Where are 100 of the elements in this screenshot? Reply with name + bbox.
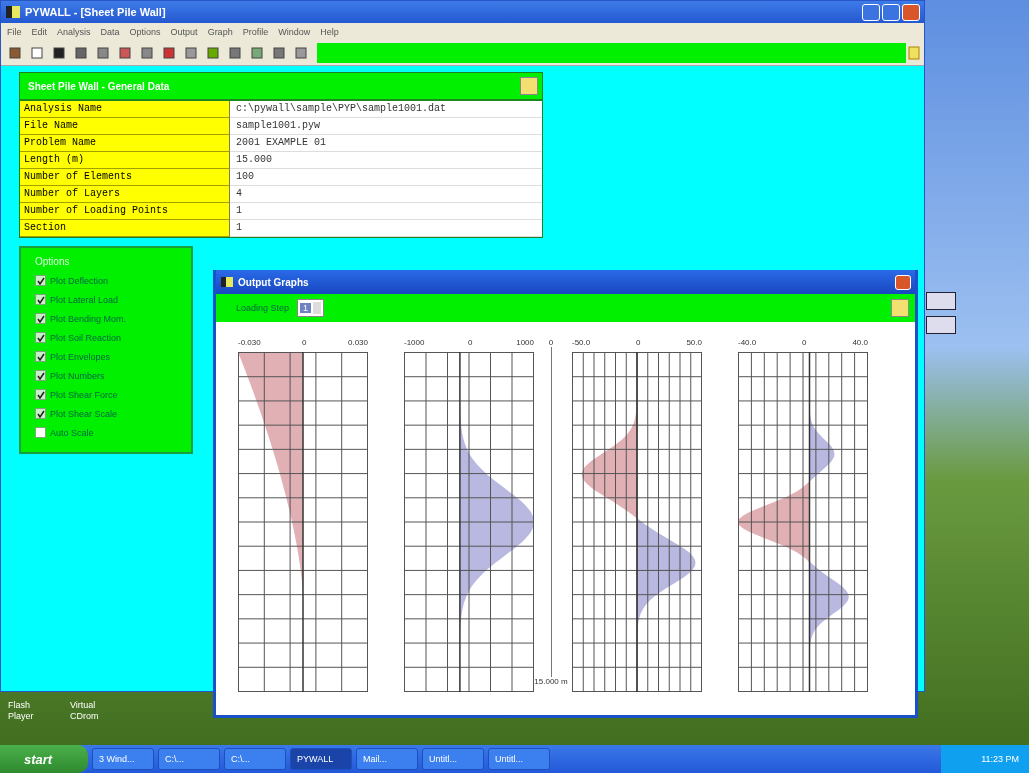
checkbox-label: Plot Envelopes: [50, 351, 111, 362]
panel-title: Sheet Pile Wall - General Data: [28, 80, 170, 92]
check-icon: [36, 390, 45, 399]
tool-icon: [140, 46, 154, 60]
taskbar-button[interactable]: PYWALL: [290, 748, 352, 770]
minimize-button[interactable]: [862, 3, 880, 21]
field-value: 100: [230, 169, 542, 186]
tool-icon: [206, 46, 220, 60]
taskbar-button[interactable]: Untitl...: [422, 748, 484, 770]
window-edge: [926, 316, 956, 334]
field-label: Number of Layers: [20, 186, 230, 203]
field-value: c:\pywall\sample\PYP\sample1001.dat: [230, 101, 542, 118]
tool-icon: [162, 46, 176, 60]
tool-icon: [30, 46, 44, 60]
clock: 11:23 PM: [981, 754, 1019, 764]
taskbar-button[interactable]: 3 Wind...: [92, 748, 154, 770]
checkbox-label: Plot Shear Force: [50, 389, 118, 400]
checkbox-label: Plot Shear Scale: [50, 408, 118, 419]
axis-tick-label: 1000: [516, 338, 534, 349]
depth-label: 0: [548, 338, 554, 347]
field-label: Number of Loading Points: [20, 203, 230, 220]
check-icon: [36, 333, 45, 342]
tool-icon: [184, 46, 198, 60]
axis-tick-label: 0: [468, 338, 473, 349]
field-value: sample1001.pyw: [230, 118, 542, 135]
tool-icon: [294, 46, 308, 60]
field-label: Analysis Name: [20, 101, 230, 118]
checkbox[interactable]: [35, 275, 46, 286]
menu-item[interactable]: Data: [100, 27, 120, 37]
loading-step-spinner[interactable]: 1: [297, 299, 325, 317]
window-title: PYWALL - [Sheet Pile Wall]: [25, 6, 167, 18]
field-value: 4: [230, 186, 542, 203]
tool-icon: [118, 46, 132, 60]
axis-tick-label: 0.030: [347, 338, 368, 349]
close-button[interactable]: [902, 3, 920, 21]
menu-item[interactable]: Options: [129, 27, 161, 37]
axis-tick-label: -0.030: [238, 338, 261, 349]
panel-button[interactable]: [520, 77, 538, 95]
field-label: Number of Elements: [20, 169, 230, 186]
checkbox-label: Plot Deflection: [50, 275, 109, 286]
checkbox[interactable]: [35, 294, 46, 305]
checkbox[interactable]: [35, 332, 46, 343]
axis-tick-label: 50.0: [686, 338, 702, 349]
checkbox[interactable]: [35, 427, 46, 438]
field-value: 1: [230, 220, 542, 237]
field-value: 1: [230, 203, 542, 220]
menu-item[interactable]: Window: [278, 27, 311, 37]
menu-item[interactable]: Profile: [242, 27, 269, 37]
menu-item[interactable]: Analysis: [57, 27, 91, 37]
axis-tick-label: 0: [802, 338, 807, 349]
check-icon: [36, 295, 45, 304]
checkbox[interactable]: [35, 351, 46, 362]
desktop-icon-label[interactable]: Flash Player: [8, 700, 56, 722]
axis-tick-label: 0: [302, 338, 307, 349]
menu-item[interactable]: Output: [170, 27, 198, 37]
app-icon: [5, 4, 21, 20]
axis-tick-label: -50.0: [572, 338, 591, 349]
menu-item[interactable]: Edit: [31, 27, 48, 37]
taskbar-button[interactable]: Untitl...: [488, 748, 550, 770]
checkbox[interactable]: [35, 370, 46, 381]
checkbox-label: Auto Scale: [50, 427, 94, 438]
checkbox-label: Plot Numbers: [50, 370, 105, 381]
taskbar-button[interactable]: C:\...: [224, 748, 286, 770]
checkbox[interactable]: [35, 389, 46, 400]
checkbox[interactable]: [35, 313, 46, 324]
start-button[interactable]: start: [0, 745, 88, 773]
checkbox-label: Plot Bending Mom.: [50, 313, 127, 324]
depth-label: 15.000 m: [534, 677, 568, 686]
window-edge: [926, 292, 956, 310]
close-button[interactable]: [895, 274, 911, 290]
field-label: Problem Name: [20, 135, 230, 152]
checkbox-label: Plot Lateral Load: [50, 294, 119, 305]
tool-icon: [228, 46, 242, 60]
check-icon: [36, 314, 45, 323]
menu-item[interactable]: Help: [320, 27, 339, 37]
menu-item[interactable]: File: [7, 27, 22, 37]
tool-icon: [250, 46, 264, 60]
field-value: 2001 EXAMPLE 01: [230, 135, 542, 152]
tool-icon: [8, 46, 22, 60]
taskbar-button[interactable]: Mail...: [356, 748, 418, 770]
axis-tick-label: 0: [636, 338, 641, 349]
checkbox[interactable]: [35, 408, 46, 419]
options-title: Options: [35, 256, 71, 267]
axis-tick-label: -1000: [404, 338, 425, 349]
field-label: Length (m): [20, 152, 230, 169]
field-label: Section: [20, 220, 230, 237]
taskbar-button[interactable]: C:\...: [158, 748, 220, 770]
desktop-icon-label[interactable]: Virtual CDrom: [70, 700, 118, 722]
tool-icon: [272, 46, 286, 60]
check-icon: [36, 371, 45, 380]
tool-icon: [52, 46, 66, 60]
axis-tick-label: -40.0: [738, 338, 757, 349]
field-value: 15.000: [230, 152, 542, 169]
maximize-button[interactable]: [882, 3, 900, 21]
axis-tick-label: 40.0: [852, 338, 868, 349]
menu-item[interactable]: Graph: [207, 27, 233, 37]
panel-button[interactable]: [891, 299, 909, 317]
field-label: File Name: [20, 118, 230, 135]
help-icon: [908, 46, 920, 60]
window-title: Output Graphs: [238, 276, 310, 288]
